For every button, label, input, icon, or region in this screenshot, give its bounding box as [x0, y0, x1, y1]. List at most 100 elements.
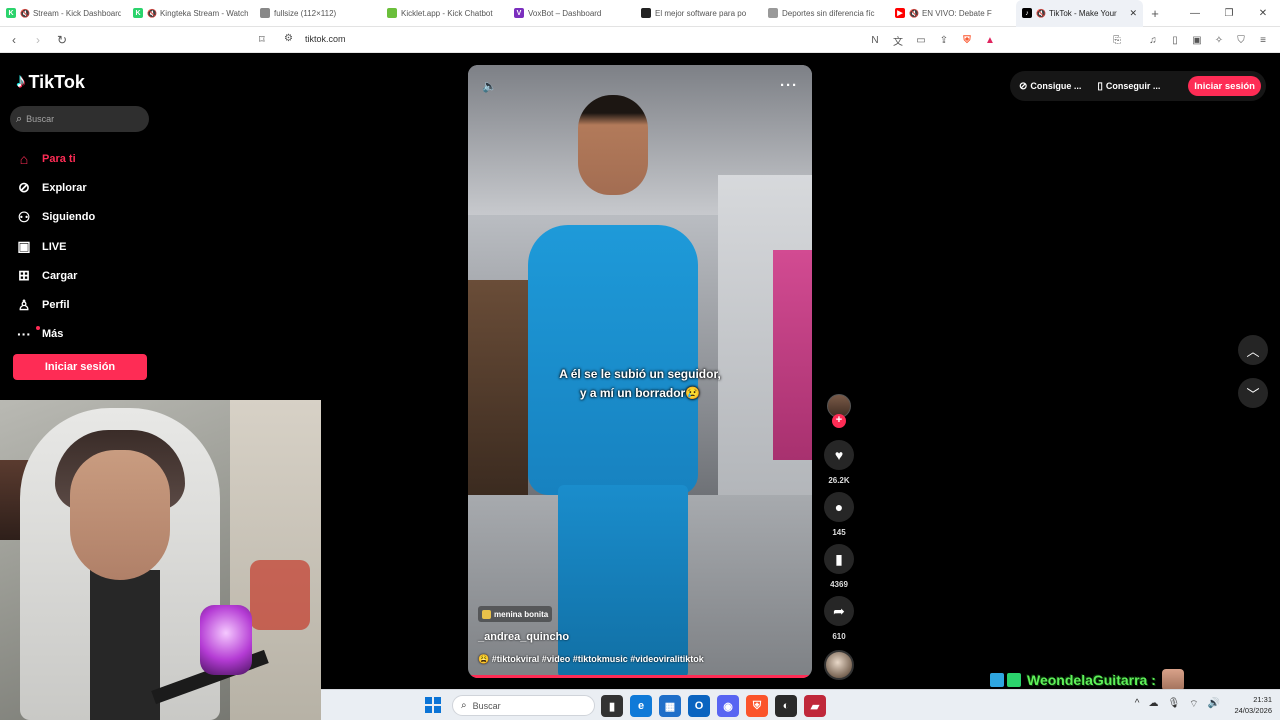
system-tray: ^ ☁ 🎙 ⌔ 🔊 — [1135, 698, 1220, 711]
sidebar-item-live[interactable]: ▣ LIVE — [16, 232, 156, 261]
restore-icon[interactable]: ❐ — [1212, 8, 1246, 19]
search-icon: ⌕ — [16, 112, 23, 125]
next-video-button[interactable]: ﹀ — [1238, 378, 1268, 408]
new-tab-button[interactable]: + — [1143, 6, 1167, 21]
obs-icon[interactable]: ◐ — [775, 695, 797, 717]
browser-tab[interactable]: El mejor software para po — [635, 0, 762, 27]
edge-icon[interactable]: e — [630, 695, 652, 717]
music-disc-icon[interactable] — [824, 650, 854, 680]
streamer-avatar — [1161, 669, 1184, 691]
sidebar-toggle-icon[interactable]: ▯ — [1166, 31, 1184, 49]
reload-icon[interactable]: ↻ — [52, 33, 72, 47]
sidebar-item-explorar[interactable]: ⊘ Explorar — [16, 173, 156, 202]
bookmark-icon[interactable]: ⌑ — [259, 33, 265, 46]
effect-tag[interactable]: menina bonita — [478, 606, 553, 622]
video-player[interactable]: 🔈 ··· A él se le subió un seguidor, y a … — [468, 65, 812, 678]
top-login-button[interactable]: Iniciar sesión — [1188, 76, 1261, 96]
close-window-icon[interactable]: ✕ — [1246, 8, 1280, 19]
video-description[interactable]: 😩 #tiktokviral #video #tiktokmusic #vide… — [478, 654, 704, 665]
browser-tab[interactable]: fullsize (112×112) — [254, 0, 381, 27]
app-icon[interactable]: ▰ — [804, 695, 826, 717]
discord-icon[interactable]: ◉ — [717, 695, 739, 717]
translate-icon[interactable]: 文 — [889, 31, 907, 49]
browser-tab[interactable]: K 🔇 Kingteka Stream - Watch — [127, 0, 254, 27]
music-icon[interactable]: ♫ — [1144, 31, 1162, 49]
sidebar-item-para-ti[interactable]: ⌂ Para ti — [16, 144, 156, 173]
screenshot-icon[interactable]: ⎘ — [1108, 31, 1126, 49]
tab-favicon-icon: K — [133, 8, 143, 18]
tray-chevron-icon[interactable]: ^ — [1135, 698, 1140, 711]
store-icon[interactable]: ▦ — [659, 695, 681, 717]
get-coins-link[interactable]: ⊘ Consigue ... — [1019, 81, 1081, 92]
webcam-microphone — [200, 605, 252, 675]
save-button[interactable]: ▮ — [824, 544, 854, 574]
share-button[interactable]: ➦ — [824, 596, 854, 626]
previous-video-button[interactable]: ︿ — [1238, 335, 1268, 365]
volume-icon[interactable]: 🔈 — [482, 79, 497, 93]
browser-tab[interactable]: ♪ 🔇 TikTok - Make Your ✕ — [1016, 0, 1143, 27]
brave-rewards-icon[interactable]: ▲ — [981, 31, 999, 49]
browser-tab[interactable]: K 🔇 Stream - Kick Dashboard — [0, 0, 127, 27]
search-box[interactable]: ⌕ — [10, 106, 149, 132]
muted-icon[interactable]: 🔇 — [1036, 9, 1046, 18]
search-input[interactable] — [26, 114, 137, 124]
sidebar-item-perfil[interactable]: ♙ Perfil — [16, 290, 156, 319]
sidebar-item-siguiendo[interactable]: ⚇ Siguiendo — [16, 203, 156, 232]
get-app-link[interactable]: ▯ Conseguir ... — [1097, 81, 1160, 92]
start-button[interactable] — [425, 697, 441, 713]
follow-plus-icon[interactable]: + — [832, 414, 846, 428]
back-icon[interactable]: ‹ — [4, 33, 24, 47]
forward-icon[interactable]: › — [28, 33, 48, 47]
comment-button[interactable]: ● — [824, 492, 854, 522]
browser-tab[interactable]: V VoxBot – Dashboard — [508, 0, 635, 27]
taskbar-search-label: Buscar — [472, 700, 501, 711]
menu-icon[interactable]: ≡ — [1254, 31, 1272, 49]
network-icon[interactable]: ☁ — [1148, 698, 1158, 711]
browser-tab[interactable]: Deportes sin diferencia fíc — [762, 0, 889, 27]
vpn-icon[interactable]: ⛉ — [1232, 31, 1250, 49]
close-tab-icon[interactable]: ✕ — [1129, 8, 1137, 19]
sidebar-item-mas[interactable]: ··· Más — [16, 320, 156, 349]
site-info-icon[interactable]: ⚙ — [284, 33, 293, 44]
webcam-face — [70, 450, 170, 580]
tab-title: El mejor software para po — [655, 8, 747, 18]
taskbar-clock[interactable]: 21:31 24/03/2026 — [1234, 694, 1272, 716]
task-view-icon[interactable]: ▮ — [601, 695, 623, 717]
address-bar: ‹ › ↻ ⌑ ⚙ tiktok.com N 文 ▭ ⇪ ⛨ ▲ ⎘ ♫ ▯ ▣… — [0, 27, 1280, 53]
browser-tab[interactable]: Kicklet.app - Kick Chatbot — [381, 0, 508, 27]
more-options-icon[interactable]: ··· — [780, 77, 798, 94]
wallet-icon[interactable]: ▣ — [1188, 31, 1206, 49]
no-translate-icon[interactable]: N — [866, 31, 884, 49]
muted-icon[interactable]: 🔇 — [147, 9, 157, 18]
microphone-icon[interactable]: 🎙 — [1167, 698, 1180, 711]
sidebar-item-label: Perfil — [42, 299, 70, 312]
upload-icon: ⊞ — [18, 267, 30, 284]
browser-tab[interactable]: ▶ 🔇 EN VIVO: Debate F — [889, 0, 1016, 27]
taskbar-search[interactable]: ⌕ Buscar — [452, 695, 595, 716]
wifi-icon[interactable]: ⌔ — [1189, 698, 1198, 711]
leo-icon[interactable]: ✧ — [1210, 31, 1228, 49]
tiktok-logo[interactable]: ♪ TikTok — [16, 71, 85, 93]
minimize-icon[interactable]: — — [1178, 8, 1212, 19]
brave-icon[interactable]: ⛨ — [746, 695, 768, 717]
profile-icon: ♙ — [17, 296, 31, 313]
speaker-icon[interactable]: 🔊 — [1208, 698, 1220, 711]
outlook-icon[interactable]: O — [688, 695, 710, 717]
muted-icon[interactable]: 🔇 — [909, 9, 919, 18]
muted-icon[interactable]: 🔇 — [20, 9, 30, 18]
sidebar-item-label: LIVE — [42, 240, 67, 253]
cast-icon[interactable]: ▭ — [912, 31, 930, 49]
url-field[interactable]: tiktok.com — [305, 34, 346, 44]
video-progress-bar[interactable] — [468, 675, 812, 678]
tab-title: fullsize (112×112) — [274, 8, 337, 18]
sidebar-item-cargar[interactable]: ⊞ Cargar — [16, 261, 156, 290]
brave-shields-icon[interactable]: ⛨ — [958, 31, 976, 49]
video-author[interactable]: _andrea_quincho — [478, 631, 569, 643]
share-icon[interactable]: ⇪ — [935, 31, 953, 49]
live-icon: ▣ — [17, 238, 31, 255]
sidebar-login-button[interactable]: Iniciar sesión — [13, 354, 147, 380]
clock-date: 24/03/2026 — [1234, 706, 1272, 715]
browser-toolbar: ⎘ ♫ ▯ ▣ ✧ ⛉ ≡ — [1108, 31, 1272, 49]
like-button[interactable]: ♥ — [824, 440, 854, 470]
tab-favicon-icon: ▶ — [895, 8, 905, 18]
